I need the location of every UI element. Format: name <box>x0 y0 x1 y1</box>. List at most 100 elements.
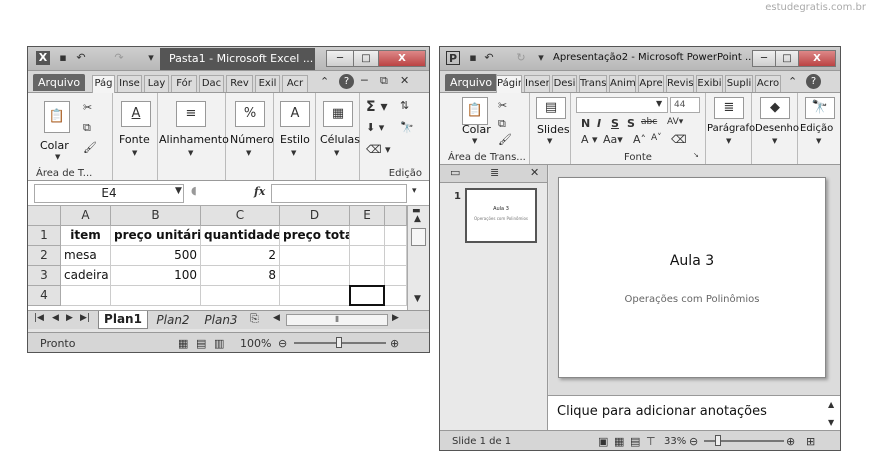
close-panel-icon[interactable]: ✕ <box>530 166 539 179</box>
slide-subtitle[interactable]: Operações com Polinômios <box>559 294 825 305</box>
undo-icon[interactable]: ↶ <box>74 51 88 65</box>
paste-icon[interactable]: 📋 <box>462 97 488 125</box>
cell-b1[interactable]: preço unitário <box>111 226 201 246</box>
format-painter-icon[interactable]: 🖌 <box>498 133 512 146</box>
clear-formatting-icon[interactable]: ⌫ <box>671 133 687 146</box>
cell-f2[interactable] <box>385 246 407 266</box>
cells-icon[interactable]: ▦ <box>323 101 353 127</box>
cell-a3[interactable]: cadeira <box>61 266 111 286</box>
drawing-chevron-down-icon[interactable]: ▼ <box>772 137 777 145</box>
cell-a2[interactable]: mesa <box>61 246 111 266</box>
column-header-e[interactable]: E <box>350 206 385 226</box>
page-break-view-icon[interactable]: ▥ <box>214 334 224 352</box>
row-header[interactable]: 3 <box>28 266 61 286</box>
styles-chevron-down-icon[interactable]: ▼ <box>291 149 296 157</box>
new-slide-icon[interactable]: ▤ <box>536 97 566 119</box>
paste-button-label[interactable]: Colar <box>462 123 491 136</box>
cell-f1[interactable] <box>385 226 407 246</box>
vertical-scrollbar[interactable]: ▬ ▲ ▼ <box>407 206 429 310</box>
reading-view-icon[interactable]: ▤ <box>630 432 640 450</box>
zoom-in-icon[interactable]: ⊕ <box>786 432 795 450</box>
alignment-icon[interactable]: ≡ <box>176 101 206 127</box>
close-button[interactable]: X <box>798 50 836 67</box>
ribbon-restore-icon[interactable]: ⧉ <box>380 74 388 88</box>
cell-c1[interactable]: quantidade <box>201 226 280 246</box>
customize-qat-icon[interactable]: ▾ <box>144 51 158 65</box>
tab-scroll-left-icon[interactable]: ◀ <box>273 313 280 323</box>
cell-e2[interactable] <box>350 246 385 266</box>
paste-chevron-down-icon[interactable]: ▼ <box>472 137 477 145</box>
sheet-next-icon[interactable]: ▶ <box>66 313 73 323</box>
sort-filter-icon[interactable]: ⇅ <box>400 99 409 112</box>
font-chevron-down-icon[interactable]: ▼ <box>132 149 137 157</box>
font-color-icon[interactable]: A ▾ <box>581 133 598 146</box>
slides-chevron-down-icon[interactable]: ▼ <box>547 137 552 145</box>
maximize-button[interactable]: □ <box>775 50 799 67</box>
tab-insert[interactable]: Inser <box>524 75 550 92</box>
insert-function-icon[interactable]: fx <box>254 185 265 198</box>
tab-transitions[interactable]: Trans <box>579 75 607 92</box>
alignment-button-label[interactable]: Alinhamento <box>159 133 229 146</box>
cell-c3[interactable]: 8 <box>201 266 280 286</box>
find-icon[interactable]: 🔭 <box>805 97 835 119</box>
file-tab[interactable]: Arquivo <box>445 74 498 91</box>
cell-e1[interactable] <box>350 226 385 246</box>
tab-view[interactable]: Exibi <box>696 75 723 92</box>
sheet-tab-plan2[interactable]: Plan2 <box>150 312 196 328</box>
cell-d2[interactable] <box>280 246 350 266</box>
strikethrough-icon[interactable]: abc <box>641 117 657 127</box>
redo-icon[interactable]: ↻ <box>514 51 528 65</box>
paragraph-button-label[interactable]: Parágrafo <box>707 123 755 134</box>
number-chevron-down-icon[interactable]: ▼ <box>246 149 251 157</box>
tab-formulas[interactable]: Fór <box>171 75 197 92</box>
cell-f4[interactable] <box>385 286 407 306</box>
cell-b2[interactable]: 500 <box>111 246 201 266</box>
sheet-first-icon[interactable]: |◀ <box>34 313 44 323</box>
slide-sorter-icon[interactable]: ▦ <box>614 432 624 450</box>
tab-review[interactable]: Rev <box>226 75 253 92</box>
normal-view-icon[interactable]: ▦ <box>178 334 188 352</box>
cells-button-label[interactable]: Células <box>320 133 360 146</box>
tab-layout[interactable]: Lay <box>144 75 169 92</box>
column-header-a[interactable]: A <box>61 206 111 226</box>
styles-icon[interactable]: A <box>280 101 310 127</box>
formula-bar-collapse-icon[interactable]: ▾ <box>412 186 417 196</box>
sheet-prev-icon[interactable]: ◀ <box>52 313 59 323</box>
alignment-chevron-down-icon[interactable]: ▼ <box>188 149 193 157</box>
styles-button-label[interactable]: Estilo <box>280 133 310 146</box>
cell-d3[interactable] <box>280 266 350 286</box>
slides-button-label[interactable]: Slides <box>537 123 570 136</box>
font-name-dropdown-icon[interactable]: ▼ <box>656 99 662 108</box>
sheet-tab-plan1[interactable]: Plan1 <box>98 311 148 329</box>
number-format-icon[interactable]: % <box>235 101 265 127</box>
tab-home[interactable]: Págir <box>496 75 522 93</box>
tab-animations[interactable]: Anim <box>609 75 636 92</box>
font-size-input[interactable]: 44 <box>670 97 700 113</box>
fit-to-window-icon[interactable]: ⊞ <box>806 432 815 450</box>
paragraph-icon[interactable]: ≣ <box>714 97 744 119</box>
copy-icon[interactable]: ⧉ <box>83 121 91 135</box>
font-button-label[interactable]: Fonte <box>119 133 150 146</box>
fill-icon[interactable]: ⬇ ▾ <box>366 121 384 134</box>
name-box-dropdown-icon[interactable]: ▼ <box>175 186 182 196</box>
ppt-app-icon[interactable]: P <box>446 51 460 65</box>
zoom-slider-thumb[interactable] <box>336 337 342 348</box>
copy-icon[interactable]: ⧉ <box>498 117 506 131</box>
slides-tab-icon[interactable]: ▭ <box>450 166 460 179</box>
number-button-label[interactable]: Número <box>230 133 274 146</box>
outline-tab-icon[interactable]: ≣ <box>490 166 499 179</box>
slideshow-view-icon[interactable]: ⊤ <box>646 432 656 450</box>
format-painter-icon[interactable]: 🖌 <box>83 141 97 154</box>
paste-icon[interactable]: 📋 <box>44 101 70 133</box>
redo-icon[interactable]: ↷ <box>112 51 126 65</box>
maximize-button[interactable]: □ <box>353 50 379 67</box>
cell-b3[interactable]: 100 <box>111 266 201 286</box>
row-header[interactable]: 2 <box>28 246 61 266</box>
horizontal-scrollbar[interactable]: ⦀ <box>286 314 388 326</box>
scroll-down-icon[interactable]: ▼ <box>414 294 421 304</box>
grow-font-icon[interactable]: A˄ <box>633 133 646 146</box>
normal-view-icon[interactable]: ▣ <box>598 432 608 450</box>
cut-icon[interactable]: ✂ <box>498 99 507 112</box>
tab-data[interactable]: Dac <box>199 75 224 92</box>
tab-insert[interactable]: Inse <box>117 75 142 92</box>
